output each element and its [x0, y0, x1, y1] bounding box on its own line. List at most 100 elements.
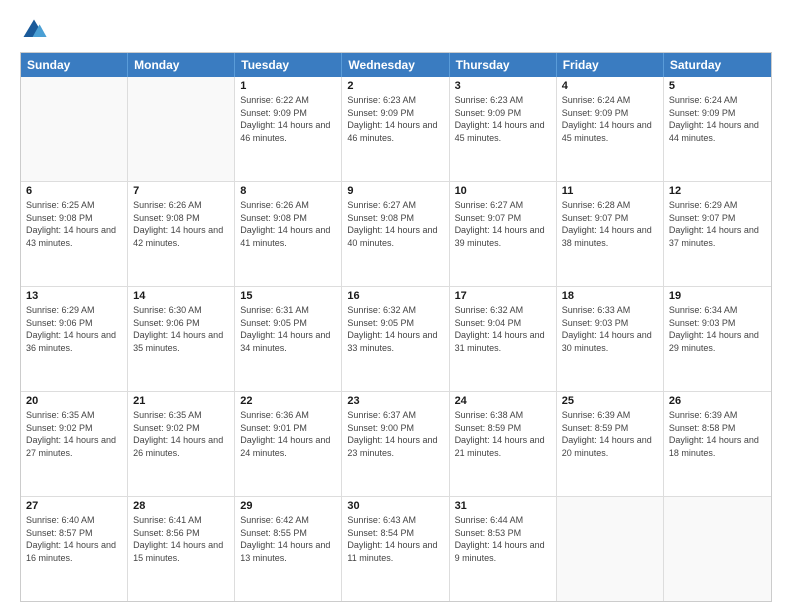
calendar-cell: 17 Sunrise: 6:32 AM Sunset: 9:04 PM Dayli… — [450, 287, 557, 391]
day-info: Sunrise: 6:36 AM Sunset: 9:01 PM Dayligh… — [240, 409, 336, 459]
day-info: Sunrise: 6:30 AM Sunset: 9:06 PM Dayligh… — [133, 304, 229, 354]
calendar-row-4: 20 Sunrise: 6:35 AM Sunset: 9:02 PM Dayli… — [21, 392, 771, 497]
calendar-cell: 30 Sunrise: 6:43 AM Sunset: 8:54 PM Dayli… — [342, 497, 449, 601]
calendar-cell: 23 Sunrise: 6:37 AM Sunset: 9:00 PM Dayli… — [342, 392, 449, 496]
day-number: 19 — [669, 290, 766, 302]
calendar-header: SundayMondayTuesdayWednesdayThursdayFrid… — [21, 53, 771, 77]
calendar-cell — [21, 77, 128, 181]
header-day-sunday: Sunday — [21, 53, 128, 77]
day-number: 18 — [562, 290, 658, 302]
day-info: Sunrise: 6:40 AM Sunset: 8:57 PM Dayligh… — [26, 514, 122, 564]
day-number: 11 — [562, 185, 658, 197]
day-number: 29 — [240, 500, 336, 512]
day-number: 25 — [562, 395, 658, 407]
day-number: 1 — [240, 80, 336, 92]
day-number: 9 — [347, 185, 443, 197]
day-number: 5 — [669, 80, 766, 92]
day-number: 26 — [669, 395, 766, 407]
calendar-cell: 24 Sunrise: 6:38 AM Sunset: 8:59 PM Dayli… — [450, 392, 557, 496]
day-info: Sunrise: 6:27 AM Sunset: 9:07 PM Dayligh… — [455, 199, 551, 249]
day-info: Sunrise: 6:38 AM Sunset: 8:59 PM Dayligh… — [455, 409, 551, 459]
calendar-cell: 12 Sunrise: 6:29 AM Sunset: 9:07 PM Dayli… — [664, 182, 771, 286]
day-number: 13 — [26, 290, 122, 302]
header-day-tuesday: Tuesday — [235, 53, 342, 77]
day-info: Sunrise: 6:37 AM Sunset: 9:00 PM Dayligh… — [347, 409, 443, 459]
day-info: Sunrise: 6:26 AM Sunset: 9:08 PM Dayligh… — [240, 199, 336, 249]
calendar-cell: 8 Sunrise: 6:26 AM Sunset: 9:08 PM Daylig… — [235, 182, 342, 286]
day-info: Sunrise: 6:39 AM Sunset: 8:59 PM Dayligh… — [562, 409, 658, 459]
calendar-cell: 20 Sunrise: 6:35 AM Sunset: 9:02 PM Dayli… — [21, 392, 128, 496]
day-info: Sunrise: 6:33 AM Sunset: 9:03 PM Dayligh… — [562, 304, 658, 354]
day-info: Sunrise: 6:29 AM Sunset: 9:06 PM Dayligh… — [26, 304, 122, 354]
calendar-cell — [664, 497, 771, 601]
day-info: Sunrise: 6:29 AM Sunset: 9:07 PM Dayligh… — [669, 199, 766, 249]
day-info: Sunrise: 6:24 AM Sunset: 9:09 PM Dayligh… — [669, 94, 766, 144]
day-number: 6 — [26, 185, 122, 197]
calendar-cell: 4 Sunrise: 6:24 AM Sunset: 9:09 PM Daylig… — [557, 77, 664, 181]
day-info: Sunrise: 6:27 AM Sunset: 9:08 PM Dayligh… — [347, 199, 443, 249]
calendar-row-1: 1 Sunrise: 6:22 AM Sunset: 9:09 PM Daylig… — [21, 77, 771, 182]
header-day-monday: Monday — [128, 53, 235, 77]
day-info: Sunrise: 6:42 AM Sunset: 8:55 PM Dayligh… — [240, 514, 336, 564]
calendar-row-3: 13 Sunrise: 6:29 AM Sunset: 9:06 PM Dayli… — [21, 287, 771, 392]
day-number: 20 — [26, 395, 122, 407]
calendar: SundayMondayTuesdayWednesdayThursdayFrid… — [20, 52, 772, 602]
day-number: 10 — [455, 185, 551, 197]
day-number: 15 — [240, 290, 336, 302]
calendar-row-5: 27 Sunrise: 6:40 AM Sunset: 8:57 PM Dayli… — [21, 497, 771, 601]
day-info: Sunrise: 6:31 AM Sunset: 9:05 PM Dayligh… — [240, 304, 336, 354]
day-number: 8 — [240, 185, 336, 197]
calendar-cell: 27 Sunrise: 6:40 AM Sunset: 8:57 PM Dayli… — [21, 497, 128, 601]
day-number: 4 — [562, 80, 658, 92]
calendar-cell: 22 Sunrise: 6:36 AM Sunset: 9:01 PM Dayli… — [235, 392, 342, 496]
calendar-cell: 6 Sunrise: 6:25 AM Sunset: 9:08 PM Daylig… — [21, 182, 128, 286]
calendar-cell: 14 Sunrise: 6:30 AM Sunset: 9:06 PM Dayli… — [128, 287, 235, 391]
day-info: Sunrise: 6:23 AM Sunset: 9:09 PM Dayligh… — [347, 94, 443, 144]
day-number: 30 — [347, 500, 443, 512]
day-number: 14 — [133, 290, 229, 302]
calendar-cell: 1 Sunrise: 6:22 AM Sunset: 9:09 PM Daylig… — [235, 77, 342, 181]
day-number: 3 — [455, 80, 551, 92]
calendar-cell: 15 Sunrise: 6:31 AM Sunset: 9:05 PM Dayli… — [235, 287, 342, 391]
calendar-cell: 25 Sunrise: 6:39 AM Sunset: 8:59 PM Dayli… — [557, 392, 664, 496]
day-info: Sunrise: 6:22 AM Sunset: 9:09 PM Dayligh… — [240, 94, 336, 144]
day-info: Sunrise: 6:43 AM Sunset: 8:54 PM Dayligh… — [347, 514, 443, 564]
calendar-cell: 5 Sunrise: 6:24 AM Sunset: 9:09 PM Daylig… — [664, 77, 771, 181]
calendar-cell — [128, 77, 235, 181]
day-info: Sunrise: 6:35 AM Sunset: 9:02 PM Dayligh… — [26, 409, 122, 459]
logo-icon — [20, 16, 48, 44]
day-number: 31 — [455, 500, 551, 512]
header-day-thursday: Thursday — [450, 53, 557, 77]
calendar-cell: 28 Sunrise: 6:41 AM Sunset: 8:56 PM Dayli… — [128, 497, 235, 601]
calendar-body: 1 Sunrise: 6:22 AM Sunset: 9:09 PM Daylig… — [21, 77, 771, 601]
day-number: 17 — [455, 290, 551, 302]
day-info: Sunrise: 6:23 AM Sunset: 9:09 PM Dayligh… — [455, 94, 551, 144]
header-day-wednesday: Wednesday — [342, 53, 449, 77]
calendar-cell: 9 Sunrise: 6:27 AM Sunset: 9:08 PM Daylig… — [342, 182, 449, 286]
day-number: 23 — [347, 395, 443, 407]
calendar-cell — [557, 497, 664, 601]
page: SundayMondayTuesdayWednesdayThursdayFrid… — [0, 0, 792, 612]
calendar-cell: 16 Sunrise: 6:32 AM Sunset: 9:05 PM Dayli… — [342, 287, 449, 391]
calendar-cell: 11Sunrise: 6:28 AM Sunset: 9:07 PM Dayli… — [557, 182, 664, 286]
day-info: Sunrise: 6:41 AM Sunset: 8:56 PM Dayligh… — [133, 514, 229, 564]
logo — [20, 16, 52, 44]
day-info: Sunrise: 6:32 AM Sunset: 9:04 PM Dayligh… — [455, 304, 551, 354]
day-info: Sunrise: 6:34 AM Sunset: 9:03 PM Dayligh… — [669, 304, 766, 354]
day-info: Sunrise: 6:35 AM Sunset: 9:02 PM Dayligh… — [133, 409, 229, 459]
calendar-cell: 19 Sunrise: 6:34 AM Sunset: 9:03 PM Dayli… — [664, 287, 771, 391]
day-info: Sunrise: 6:24 AM Sunset: 9:09 PM Dayligh… — [562, 94, 658, 144]
day-info: Sunrise: 6:25 AM Sunset: 9:08 PM Dayligh… — [26, 199, 122, 249]
day-number: 22 — [240, 395, 336, 407]
day-info: Sunrise: 6:32 AM Sunset: 9:05 PM Dayligh… — [347, 304, 443, 354]
day-number: 24 — [455, 395, 551, 407]
calendar-cell: 29 Sunrise: 6:42 AM Sunset: 8:55 PM Dayli… — [235, 497, 342, 601]
calendar-cell: 7Sunrise: 6:26 AM Sunset: 9:08 PM Daylig… — [128, 182, 235, 286]
day-number: 12 — [669, 185, 766, 197]
day-number: 28 — [133, 500, 229, 512]
calendar-cell: 26Sunrise: 6:39 AM Sunset: 8:58 PM Dayli… — [664, 392, 771, 496]
day-number: 27 — [26, 500, 122, 512]
day-number: 16 — [347, 290, 443, 302]
calendar-cell: 10 Sunrise: 6:27 AM Sunset: 9:07 PM Dayli… — [450, 182, 557, 286]
day-info: Sunrise: 6:44 AM Sunset: 8:53 PM Dayligh… — [455, 514, 551, 564]
